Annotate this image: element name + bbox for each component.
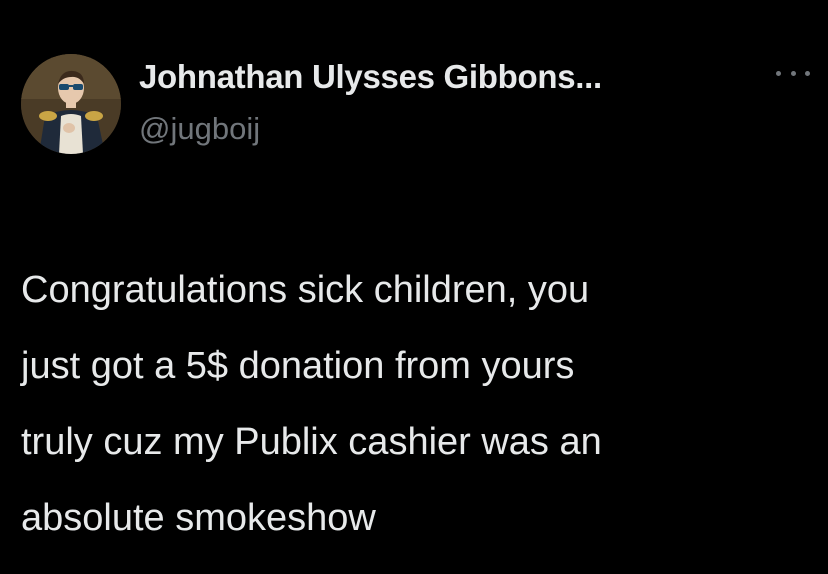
- author-display-name[interactable]: Johnathan Ulysses Gibbons...: [139, 60, 602, 93]
- more-options-icon[interactable]: [776, 63, 810, 83]
- more-dot: [805, 70, 810, 76]
- author-handle[interactable]: @jugboij: [139, 113, 260, 144]
- tweet-text-line: just got a 5$ donation from yours: [21, 345, 575, 387]
- more-dot: [790, 70, 796, 76]
- avatar[interactable]: [21, 54, 121, 154]
- more-dot: [776, 70, 781, 76]
- tweet-text-line: absolute smokeshow: [21, 497, 376, 539]
- tweet-text: Congratulations sick children, you just …: [21, 252, 811, 556]
- tweet-text-line: Congratulations sick children, you: [21, 269, 590, 311]
- tweet-text-line: truly cuz my Publix cashier was an: [21, 421, 602, 463]
- tweet: Johnathan Ulysses Gibbons... @jugboij Co…: [0, 0, 828, 574]
- portrait-avatar-icon: [21, 54, 121, 154]
